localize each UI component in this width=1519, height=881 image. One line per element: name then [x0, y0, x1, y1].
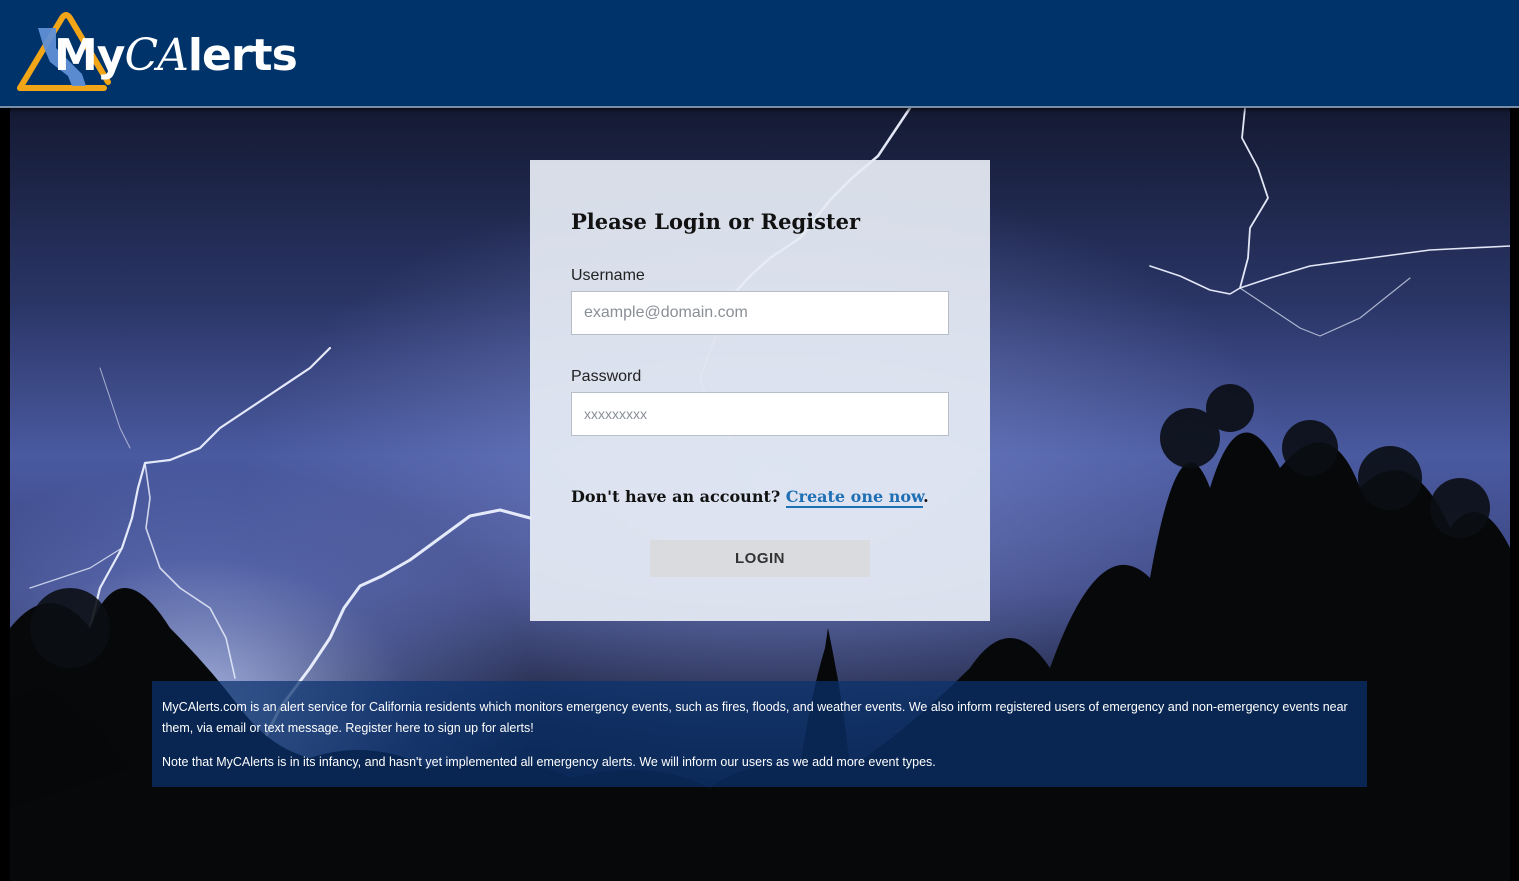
register-prompt-text: Don't have an account?: [571, 487, 781, 506]
info-paragraph-1: MyCAlerts.com is an alert service for Ca…: [162, 700, 1348, 735]
create-account-link[interactable]: Create one now: [785, 487, 924, 508]
password-label: Password: [571, 368, 642, 385]
register-suffix: .: [923, 487, 929, 506]
username-input[interactable]: [571, 291, 949, 335]
username-label: Username: [571, 267, 645, 284]
site-logo[interactable]: MyCAlerts: [12, 12, 298, 96]
page: MyCAlerts Please Login or Register Usern…: [0, 0, 1519, 881]
info-paragraph-2: Note that MyCAlerts is in its infancy, a…: [162, 755, 936, 769]
logo-suffix: lerts: [187, 30, 298, 81]
info-box: MyCAlerts.com is an alert service for Ca…: [152, 681, 1367, 787]
logo-wordmark: MyCAlerts: [54, 30, 298, 81]
site-header: MyCAlerts: [0, 0, 1519, 108]
login-panel: Please Login or Register Username Passwo…: [530, 160, 990, 621]
register-prompt: Don't have an account? Create one now.: [571, 486, 949, 508]
logo-ca: CA: [124, 30, 188, 81]
password-input[interactable]: [571, 392, 949, 436]
login-title: Please Login or Register: [571, 209, 861, 234]
logo-prefix: My: [54, 30, 125, 81]
login-button[interactable]: LOGIN: [650, 540, 870, 577]
